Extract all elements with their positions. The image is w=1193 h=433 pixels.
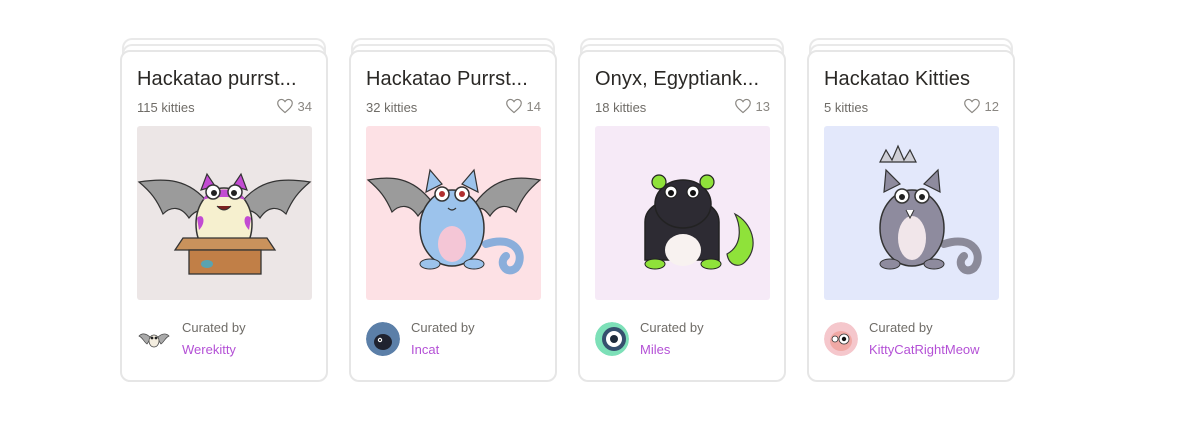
like-button[interactable]: 13 — [734, 98, 770, 114]
kitty-count: 18 kitties — [595, 100, 647, 115]
heart-outline-icon — [276, 98, 293, 114]
pink-cat-avatar-image — [824, 322, 858, 356]
collection-cover-image[interactable] — [824, 126, 999, 300]
collection-title[interactable]: Hackatao purrst... — [137, 68, 313, 91]
like-button[interactable]: 14 — [505, 98, 541, 114]
curator-name-link[interactable]: Werekitty — [182, 342, 236, 357]
curator-avatar[interactable] — [824, 322, 858, 356]
curator-name-link[interactable]: KittyCatRightMeow — [869, 342, 980, 357]
collection-cover-image[interactable] — [137, 126, 312, 300]
curated-by-label: Curated by — [182, 320, 246, 335]
like-count: 14 — [526, 98, 541, 114]
like-count: 34 — [297, 98, 312, 114]
curator-avatar[interactable] — [595, 322, 629, 356]
collection-card-stack: Hackatao Purrst... 32 kitties 14 Curated… — [349, 38, 557, 382]
curator-name-link[interactable]: Miles — [640, 342, 670, 357]
collection-card[interactable]: Hackatao purrst... 115 kitties 34 Curate… — [120, 50, 328, 382]
collection-title[interactable]: Hackatao Purrst... — [366, 68, 542, 91]
like-count: 12 — [984, 98, 999, 114]
eye-avatar-image — [595, 322, 629, 356]
blue-winged-cat-image — [366, 126, 541, 300]
curator-avatar[interactable] — [137, 322, 171, 356]
curator-info: Curated by Miles — [595, 320, 775, 360]
dark-cat-avatar-image — [366, 322, 400, 356]
kitty-count: 115 kitties — [137, 100, 195, 115]
winged-cat-avatar-image — [137, 322, 171, 356]
collection-card-stack: Onyx, Egyptiank... 18 kitties 13 Curated… — [578, 38, 786, 382]
curated-by-label: Curated by — [869, 320, 933, 335]
kitty-count: 5 kitties — [824, 100, 869, 115]
collection-card[interactable]: Hackatao Kitties 5 kitties 12 Curated by… — [807, 50, 1015, 382]
collection-card-stack: Hackatao purrst... 115 kitties 34 Curate… — [120, 38, 328, 382]
curated-by-label: Curated by — [411, 320, 475, 335]
curated-by-label: Curated by — [640, 320, 704, 335]
collection-title[interactable]: Onyx, Egyptiank... — [595, 68, 771, 91]
collection-card[interactable]: Hackatao Purrst... 32 kitties 14 Curated… — [349, 50, 557, 382]
collection-card-stack: Hackatao Kitties 5 kitties 12 Curated by… — [807, 38, 1015, 382]
curator-name-link[interactable]: Incat — [411, 342, 439, 357]
curator-avatar[interactable] — [366, 322, 400, 356]
curator-info: Curated by KittyCatRightMeow — [824, 320, 1004, 360]
like-count: 13 — [755, 98, 770, 114]
black-green-cat-image — [595, 126, 770, 300]
curator-info: Curated by Werekitty — [137, 320, 317, 360]
collection-cover-image[interactable] — [595, 126, 770, 300]
kitty-count: 32 kitties — [366, 100, 418, 115]
like-button[interactable]: 34 — [276, 98, 312, 114]
collection-cover-image[interactable] — [366, 126, 541, 300]
collection-card[interactable]: Onyx, Egyptiank... 18 kitties 13 Curated… — [578, 50, 786, 382]
cat-in-box-with-wings-image — [137, 126, 312, 300]
like-button[interactable]: 12 — [963, 98, 999, 114]
collection-title[interactable]: Hackatao Kitties — [824, 68, 1000, 91]
curator-info: Curated by Incat — [366, 320, 546, 360]
grey-cat-with-crown-image — [824, 126, 999, 300]
heart-outline-icon — [505, 98, 522, 114]
heart-outline-icon — [963, 98, 980, 114]
heart-outline-icon — [734, 98, 751, 114]
